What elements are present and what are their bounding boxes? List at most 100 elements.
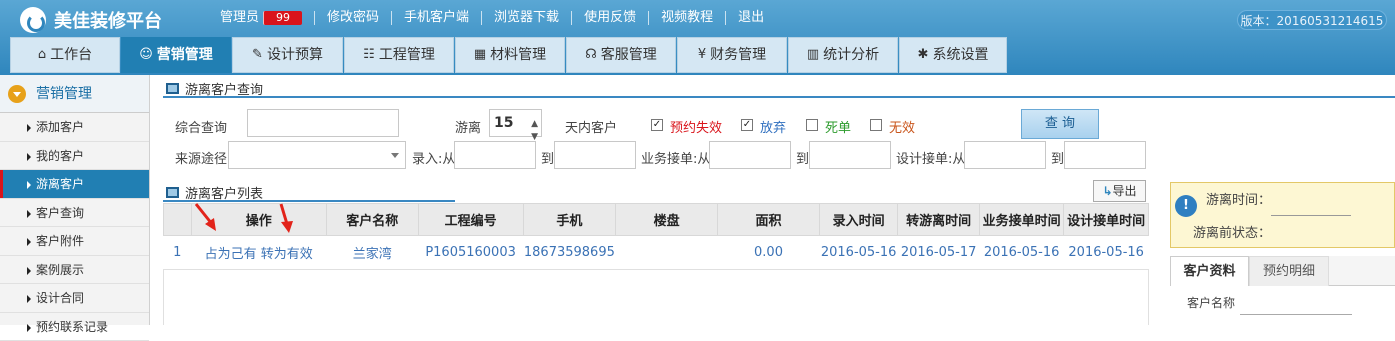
free-info-panel: ! 游离时间： 游离前状态： (1170, 182, 1395, 248)
tab-material[interactable]: ▦材料管理 (455, 37, 565, 73)
tab-design-budget[interactable]: ✎设计预算 (232, 37, 343, 73)
tab-workbench[interactable]: ⌂工作台 (10, 37, 120, 73)
change-password-link[interactable]: 修改密码 (314, 11, 391, 25)
source-label: 来源途径 (175, 148, 227, 167)
sidebar-header[interactable]: 营销管理 (0, 75, 149, 113)
dead-label: 死单 (825, 117, 851, 136)
prev-status-label: 游离前状态： (1193, 222, 1271, 241)
checkbox-appointment-expired[interactable]: ✓ (651, 119, 663, 131)
sidebar-item-my-customers[interactable]: 我的客户 (0, 142, 149, 171)
col-phone: 手机 (523, 204, 616, 236)
tab-statistics[interactable]: ▥统计分析 (788, 37, 898, 73)
sidebar-item-label: 我的客户 (36, 149, 84, 163)
sidebar-item-label: 游离客户 (36, 177, 84, 191)
collapse-icon (8, 85, 26, 103)
free-customer-table: 操作 客户名称 工程编号 手机 楼盘 面积 录入时间 转游离时间 业务接单时间 … (163, 203, 1149, 270)
logout-link[interactable]: 退出 (725, 11, 776, 25)
edit-icon: ✎ (252, 37, 263, 73)
checkbox-dead[interactable] (806, 119, 818, 131)
checkbox-abandoned[interactable]: ✓ (741, 119, 753, 131)
sidebar-item-label: 设计合同 (36, 291, 84, 305)
entry-from-input[interactable] (454, 141, 536, 169)
combined-query-input[interactable] (247, 109, 399, 137)
tab-label: 系统设置 (932, 37, 988, 73)
query-title-underline (163, 96, 1395, 98)
business-to-label: 到 (796, 148, 809, 167)
abandoned-label: 放弃 (760, 117, 786, 136)
col-customer-name: 客户名称 (326, 204, 418, 236)
query-button[interactable]: 查 询 (1021, 109, 1099, 139)
tab-label: 财务管理 (710, 37, 766, 73)
business-from-input[interactable] (709, 141, 791, 169)
customer-tabs: 客户资料 预约明细 (1170, 256, 1395, 286)
top-nav: 管理员 99 修改密码 手机客户端 浏览器下载 使用反馈 视频教程 退出 (220, 11, 776, 25)
customer-name-label: 客户名称 (1187, 294, 1235, 311)
design-to-input[interactable] (1064, 141, 1146, 169)
sidebar: 营销管理 添加客户 我的客户 游离客户 客户查询 客户附件 案例展示 设计合同 … (0, 75, 150, 325)
tab-project[interactable]: ☷工程管理 (344, 37, 454, 73)
convert-valid-link[interactable]: 转为有效 (261, 247, 313, 262)
headset-icon: ☊ (585, 37, 597, 73)
version-label: 版本：20160531214615 (1237, 10, 1387, 30)
checkbox-invalid[interactable] (870, 119, 882, 131)
user-label: 管理员 (220, 10, 259, 25)
tab-customer-info[interactable]: 客户资料 (1170, 256, 1249, 286)
col-design-time: 设计接单时间 (1064, 204, 1149, 236)
sidebar-item-customer-attachments[interactable]: 客户附件 (0, 227, 149, 256)
tab-service[interactable]: ☊客服管理 (566, 37, 676, 73)
sidebar-item-customer-query[interactable]: 客户查询 (0, 199, 149, 228)
yen-icon: ¥ (698, 37, 706, 73)
business-to-input[interactable] (809, 141, 891, 169)
col-estate: 楼盘 (616, 204, 718, 236)
message-badge[interactable]: 99 (263, 11, 302, 25)
arrow-head-right (281, 221, 293, 233)
days-suffix-label: 天内客户 (565, 117, 617, 136)
design-from-input[interactable] (964, 141, 1046, 169)
export-label: 导出 (1113, 184, 1137, 198)
app-title: 美佳装修平台 (54, 7, 162, 33)
row-project-code[interactable]: P1605160003 (418, 236, 523, 270)
sidebar-item-contact-records[interactable]: 预约联系记录 (0, 313, 149, 341)
sidebar-item-free-customers[interactable]: 游离客户 (0, 170, 149, 199)
sidebar-item-add-customer[interactable]: 添加客户 (0, 113, 149, 142)
tab-finance[interactable]: ¥财务管理 (677, 37, 787, 73)
tab-label: 工作台 (50, 37, 92, 73)
monitor-icon (166, 187, 179, 198)
export-button[interactable]: ↳导出 (1093, 180, 1146, 202)
users-icon: ☷ (363, 37, 375, 73)
col-free-time: 转游离时间 (898, 204, 979, 236)
arrow-line-right (281, 204, 287, 224)
claim-link[interactable]: 占为己有 (205, 247, 257, 262)
business-from-label: 业务接单:从 (641, 148, 710, 167)
tab-label: 客服管理 (601, 37, 657, 73)
sidebar-item-label: 预约联系记录 (36, 320, 108, 334)
sidebar-item-label: 添加客户 (36, 120, 84, 134)
tab-marketing[interactable]: ☺营销管理 (121, 37, 231, 73)
free-label: 游离 (455, 117, 481, 136)
row-customer-name[interactable]: 兰家湾 (326, 236, 418, 270)
browser-download-link[interactable]: 浏览器下载 (481, 11, 571, 25)
sidebar-item-design-contract[interactable]: 设计合同 (0, 284, 149, 313)
mobile-client-link[interactable]: 手机客户端 (391, 11, 481, 25)
video-tutorial-link[interactable]: 视频教程 (648, 11, 725, 25)
tab-label: 材料管理 (490, 37, 546, 73)
top-bar: 美佳装修平台 管理员 99 修改密码 手机客户端 浏览器下载 使用反馈 视频教程 … (0, 0, 1395, 75)
source-select[interactable] (228, 141, 406, 169)
sidebar-item-label: 客户查询 (36, 206, 84, 220)
tab-appointment-detail[interactable]: 预约明细 (1249, 256, 1329, 286)
entry-to-label: 到 (541, 148, 554, 167)
entry-from-label: 录入:从 (412, 148, 455, 167)
tab-label: 营销管理 (157, 37, 213, 73)
appointment-expired-label: 预约失效 (670, 117, 722, 136)
tab-settings[interactable]: ✱系统设置 (899, 37, 1007, 73)
design-from-label: 设计接单:从 (896, 148, 965, 167)
entry-to-input[interactable] (554, 141, 636, 169)
feedback-link[interactable]: 使用反馈 (571, 11, 648, 25)
days-stepper[interactable]: 15▲▼ (489, 109, 542, 137)
sidebar-item-case-showcase[interactable]: 案例展示 (0, 256, 149, 285)
chart-icon: ▥ (807, 37, 819, 73)
row-business-time: 2016-05-16 (979, 236, 1064, 270)
row-free-time: 2016-05-17 (898, 236, 979, 270)
main-tabs: ⌂工作台 ☺营销管理 ✎设计预算 ☷工程管理 ▦材料管理 ☊客服管理 ¥财务管理… (10, 37, 1008, 73)
user-menu[interactable]: 管理员 99 (220, 11, 314, 25)
